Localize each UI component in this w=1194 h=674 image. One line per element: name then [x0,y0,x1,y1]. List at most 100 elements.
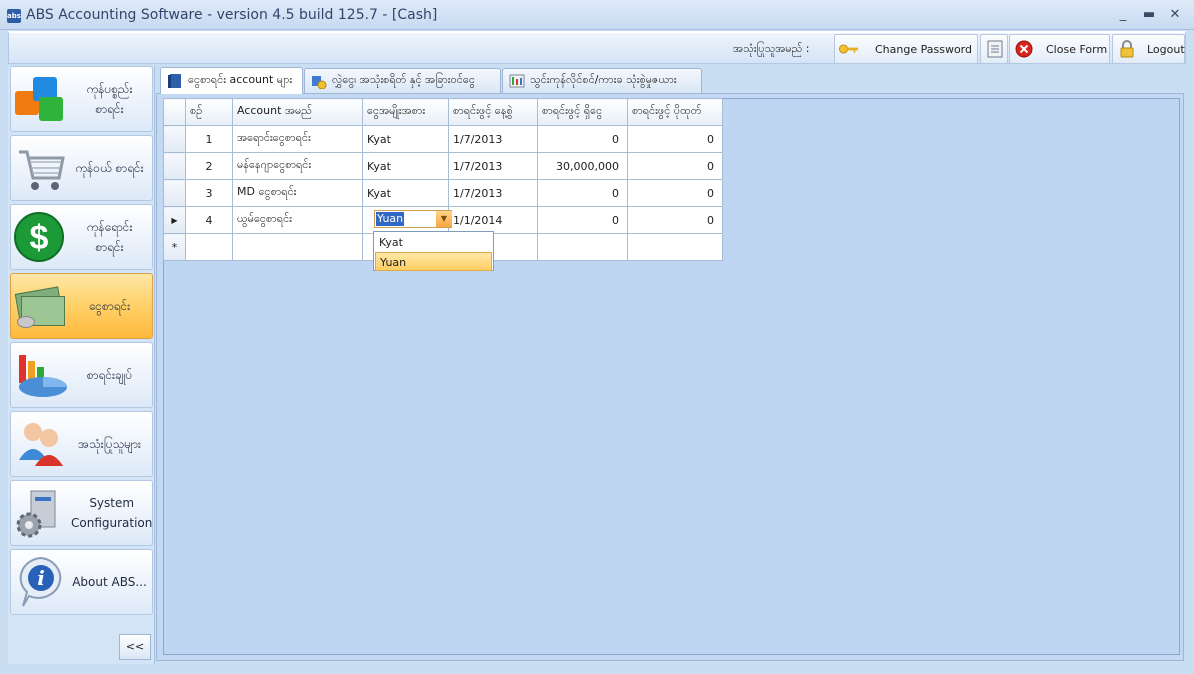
cell-currency[interactable]: Kyat [362,179,449,207]
cell-overdraft[interactable]: 0 [627,152,723,180]
column-header-account-name[interactable]: Account အမည် [232,98,363,126]
nav-inventory[interactable]: ကုန်ပစ္စည်း စာရင်း [10,66,153,132]
nav-sales-label: ကုန်ရောင်း စာရင်း [86,220,133,254]
tab-cash-accounts[interactable]: ငွေစာရင်း account များ [160,67,303,94]
info-icon: i [13,554,71,610]
tab-import-license[interactable]: သွင်းကုန်လိုင်စင်/ကားခ သုံးစွဲမှုဇယား [502,68,702,93]
nav-reports-label: စာရင်းချုပ် [86,368,133,382]
chevron-down-icon[interactable]: ▼ [436,211,452,227]
cell-overdraft[interactable]: 0 [627,125,723,153]
new-cell[interactable] [627,233,723,261]
column-header-opening-date[interactable]: စာရင်းဖွင့် နေ့စွဲ [448,98,538,126]
column-header-opening-balance[interactable]: စာရင်းဖွင့် ရှိငွေ [537,98,628,126]
sidebar: ကုန်ပစ္စည်း စာရင်း ကုန်ဝယ် စာရင်း $ ကုန်… [8,66,155,664]
chart-icon [13,347,71,403]
row-header[interactable] [163,125,186,153]
svg-text:i: i [37,566,45,590]
cell-overdraft[interactable]: 0 [627,206,723,234]
nav-cash[interactable]: ငွေစာရင်း [10,273,153,339]
column-header-no[interactable]: စဉ် [185,98,233,126]
new-cell[interactable] [537,233,628,261]
collapse-sidebar-button[interactable]: << [119,634,151,660]
coins-icon [311,73,327,90]
cell-no[interactable]: 2 [185,152,233,180]
change-password-label: Change Password [875,42,972,56]
cell-account-name[interactable]: အရောင်းငွေစာရင်း [232,125,363,153]
ledger-icon [509,73,525,89]
dollar-icon: $ [13,209,71,265]
nav-cash-label: ငွေစာရင်း [88,299,131,313]
close-window-icon[interactable]: ✕ [1164,6,1186,24]
tab-transfers-expenses-label: လွှဲငွေ၊ အသုံးစရိတ် နှင့် အခြားဝင်ငွေ [332,73,475,86]
key-icon [839,39,859,59]
close-form-label: Close Form [1046,42,1108,56]
current-row-indicator[interactable]: ▶ [163,206,186,234]
window-title: ABS Accounting Software - version 4.5 bu… [26,7,438,23]
row-header[interactable] [163,152,186,180]
logout-label: Logout [1147,42,1185,56]
row-header[interactable] [163,179,186,207]
cell-no[interactable]: 4 [185,206,233,234]
cell-no[interactable]: 3 [185,179,233,207]
nav-system-config[interactable]: System Configuration [10,480,153,546]
report-button[interactable] [980,34,1008,64]
close-form-button[interactable]: Close Form [1009,34,1110,64]
cell-currency[interactable]: Kyat [362,125,449,153]
currency-dropdown-value[interactable]: Yuan [376,212,405,226]
table-row[interactable]: 1 အရောင်းငွေစာရင်း Kyat 1/7/2013 0 0 [163,125,723,153]
svg-text:$: $ [30,219,49,257]
cell-currency[interactable]: Kyat [362,152,449,180]
cell-opening-balance[interactable]: 0 [537,206,628,234]
minimize-icon[interactable]: _ [1112,6,1134,24]
nav-sales[interactable]: $ ကုန်ရောင်း စာရင်း [10,204,153,270]
logout-button[interactable]: Logout [1112,34,1185,64]
nav-inventory-label: ကုန်ပစ္စည်း စာရင်း [86,82,133,116]
nav-reports[interactable]: စာရင်းချုပ် [10,342,153,408]
currency-dropdown-list: Kyat Yuan [373,231,494,271]
cell-opening-date[interactable]: 1/1/2014 [448,206,538,234]
money-icon [13,278,71,334]
dropdown-option-yuan[interactable]: Yuan [375,252,492,271]
table-row[interactable]: 2 မန်နေဂျာငွေစာရင်း Kyat 1/7/2013 30,000… [163,152,723,180]
nav-about-label: About ABS... [72,575,147,589]
column-header-overdraft[interactable]: စာရင်းဖွင့် ပိုထုတ် [627,98,723,126]
cell-opening-date[interactable]: 1/7/2013 [448,125,538,153]
cell-opening-balance[interactable]: 30,000,000 [537,152,628,180]
cell-opening-balance[interactable]: 0 [537,125,628,153]
cell-opening-date[interactable]: 1/7/2013 [448,152,538,180]
nav-about[interactable]: i About ABS... [10,549,153,615]
new-cell[interactable] [185,233,233,261]
cart-icon [13,140,71,196]
new-cell[interactable] [232,233,363,261]
table-row[interactable]: 3 MD ငွေစာရင်း Kyat 1/7/2013 0 0 [163,179,723,207]
cell-overdraft[interactable]: 0 [627,179,723,207]
nav-purchase-label: ကုန်ဝယ် စာရင်း [75,161,144,175]
cell-opening-balance[interactable]: 0 [537,179,628,207]
column-header-currency[interactable]: ငွေအမျိုးအစား [362,98,449,126]
change-password-button[interactable]: Change Password [834,34,978,64]
new-row-indicator[interactable]: * [163,233,186,261]
nav-users[interactable]: အသုံးပြုသူများ [10,411,153,477]
nav-purchase[interactable]: ကုန်ဝယ် စာရင်း [10,135,153,201]
row-header-corner [163,98,186,126]
title-bar: abs ABS Accounting Software - version 4.… [0,0,1194,30]
gear-icon [13,485,71,541]
tab-transfers-expenses[interactable]: လွှဲငွေ၊ အသုံးစရိတ် နှင့် အခြားဝင်ငွေ [304,68,501,93]
users-icon [13,416,71,472]
cubes-icon [13,71,71,127]
currency-dropdown[interactable]: Yuan ▼ [374,210,452,228]
cell-account-name[interactable]: MD ငွေစာရင်း [232,179,363,207]
dropdown-option-kyat[interactable]: Kyat [375,233,492,252]
cell-no[interactable]: 1 [185,125,233,153]
nav-users-label: အသုံးပြုသူများ [78,437,141,451]
lock-icon [1117,39,1137,59]
cell-opening-date[interactable]: 1/7/2013 [448,179,538,207]
app-logo-icon: abs [7,9,21,23]
user-name-label: အသုံးပြုသူအမည် : [733,42,810,55]
nav-system-config-label: System Configuration [71,496,153,530]
maximize-icon[interactable]: ▬ [1138,6,1160,24]
cell-account-name[interactable]: ယွမ်ငွေစာရင်း [232,206,363,234]
tab-cash-accounts-label: ငွေစာရင်း account များ [188,73,293,86]
cell-account-name[interactable]: မန်နေဂျာငွေစာရင်း [232,152,363,180]
top-toolbar: အသုံးပြုသူအမည် : Change Password Close F… [8,31,1186,64]
